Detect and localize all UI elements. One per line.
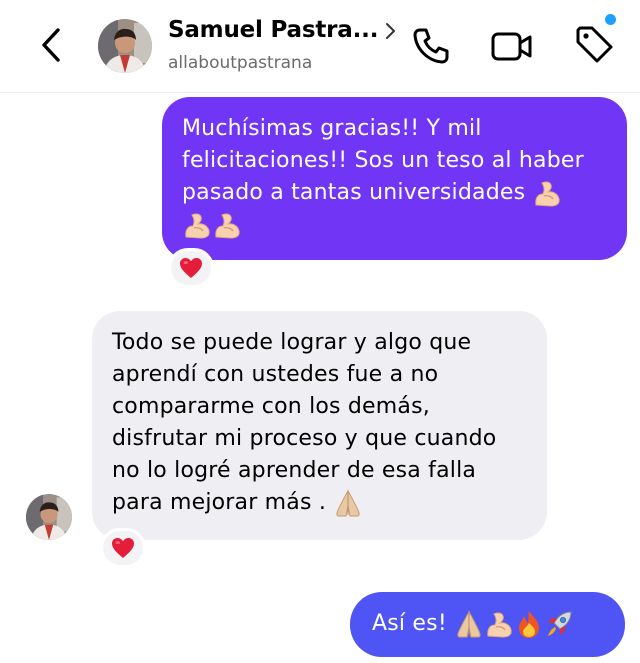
back-arrow-icon[interactable] — [36, 26, 66, 64]
phone-icon[interactable] — [410, 25, 452, 67]
flexed-biceps-emoji — [484, 609, 514, 639]
contact-username[interactable]: allaboutpastrana — [168, 53, 312, 73]
tag-icon[interactable] — [572, 22, 616, 66]
message-line — [182, 209, 609, 241]
red-heart-icon — [111, 537, 135, 559]
red-heart-icon — [179, 257, 203, 279]
fire-emoji — [514, 609, 544, 639]
message-line: Muchísimas gracias!! Y mil — [182, 116, 482, 141]
contact-name[interactable]: Samuel Pastra... — [168, 17, 378, 43]
notification-dot — [605, 14, 616, 25]
sent-message-bubble[interactable]: Así es! — [350, 592, 625, 657]
message-line: para mejorar más . — [112, 487, 529, 519]
folded-hands-emoji — [454, 609, 484, 639]
sender-avatar[interactable] — [26, 494, 72, 540]
message-line: felicitaciones!! Sos un teso al haber — [182, 148, 584, 173]
message-line: Así es! — [372, 608, 607, 640]
video-camera-icon[interactable] — [490, 26, 534, 66]
message-line: no lo logré aprender de esa falla — [112, 458, 477, 483]
contact-avatar[interactable] — [98, 19, 152, 73]
sent-message-bubble[interactable]: Muchísimas gracias!! Y mil felicitacione… — [162, 97, 627, 260]
message-line: disfrutar mi proceso y que cuando — [112, 426, 497, 451]
flexed-biceps-emoji — [212, 210, 242, 240]
message-line: aprendí con ustedes fue a no — [112, 362, 439, 387]
heart-reaction[interactable] — [168, 248, 214, 288]
rocket-emoji — [544, 609, 574, 639]
message-line: pasado a tantas universidades — [182, 177, 609, 209]
heart-reaction[interactable] — [100, 528, 146, 568]
folded-hands-emoji — [333, 488, 363, 518]
chat-header: Samuel Pastra... allaboutpastrana — [0, 0, 640, 93]
flexed-biceps-emoji — [532, 178, 562, 208]
chevron-right-icon[interactable] — [382, 20, 398, 42]
message-line: compararme con los demás, — [112, 394, 430, 419]
flexed-biceps-emoji — [182, 210, 212, 240]
message-line: Todo se puede lograr y algo que — [112, 330, 472, 355]
received-message-bubble[interactable]: Todo se puede lograr y algo que aprendí … — [92, 311, 547, 540]
